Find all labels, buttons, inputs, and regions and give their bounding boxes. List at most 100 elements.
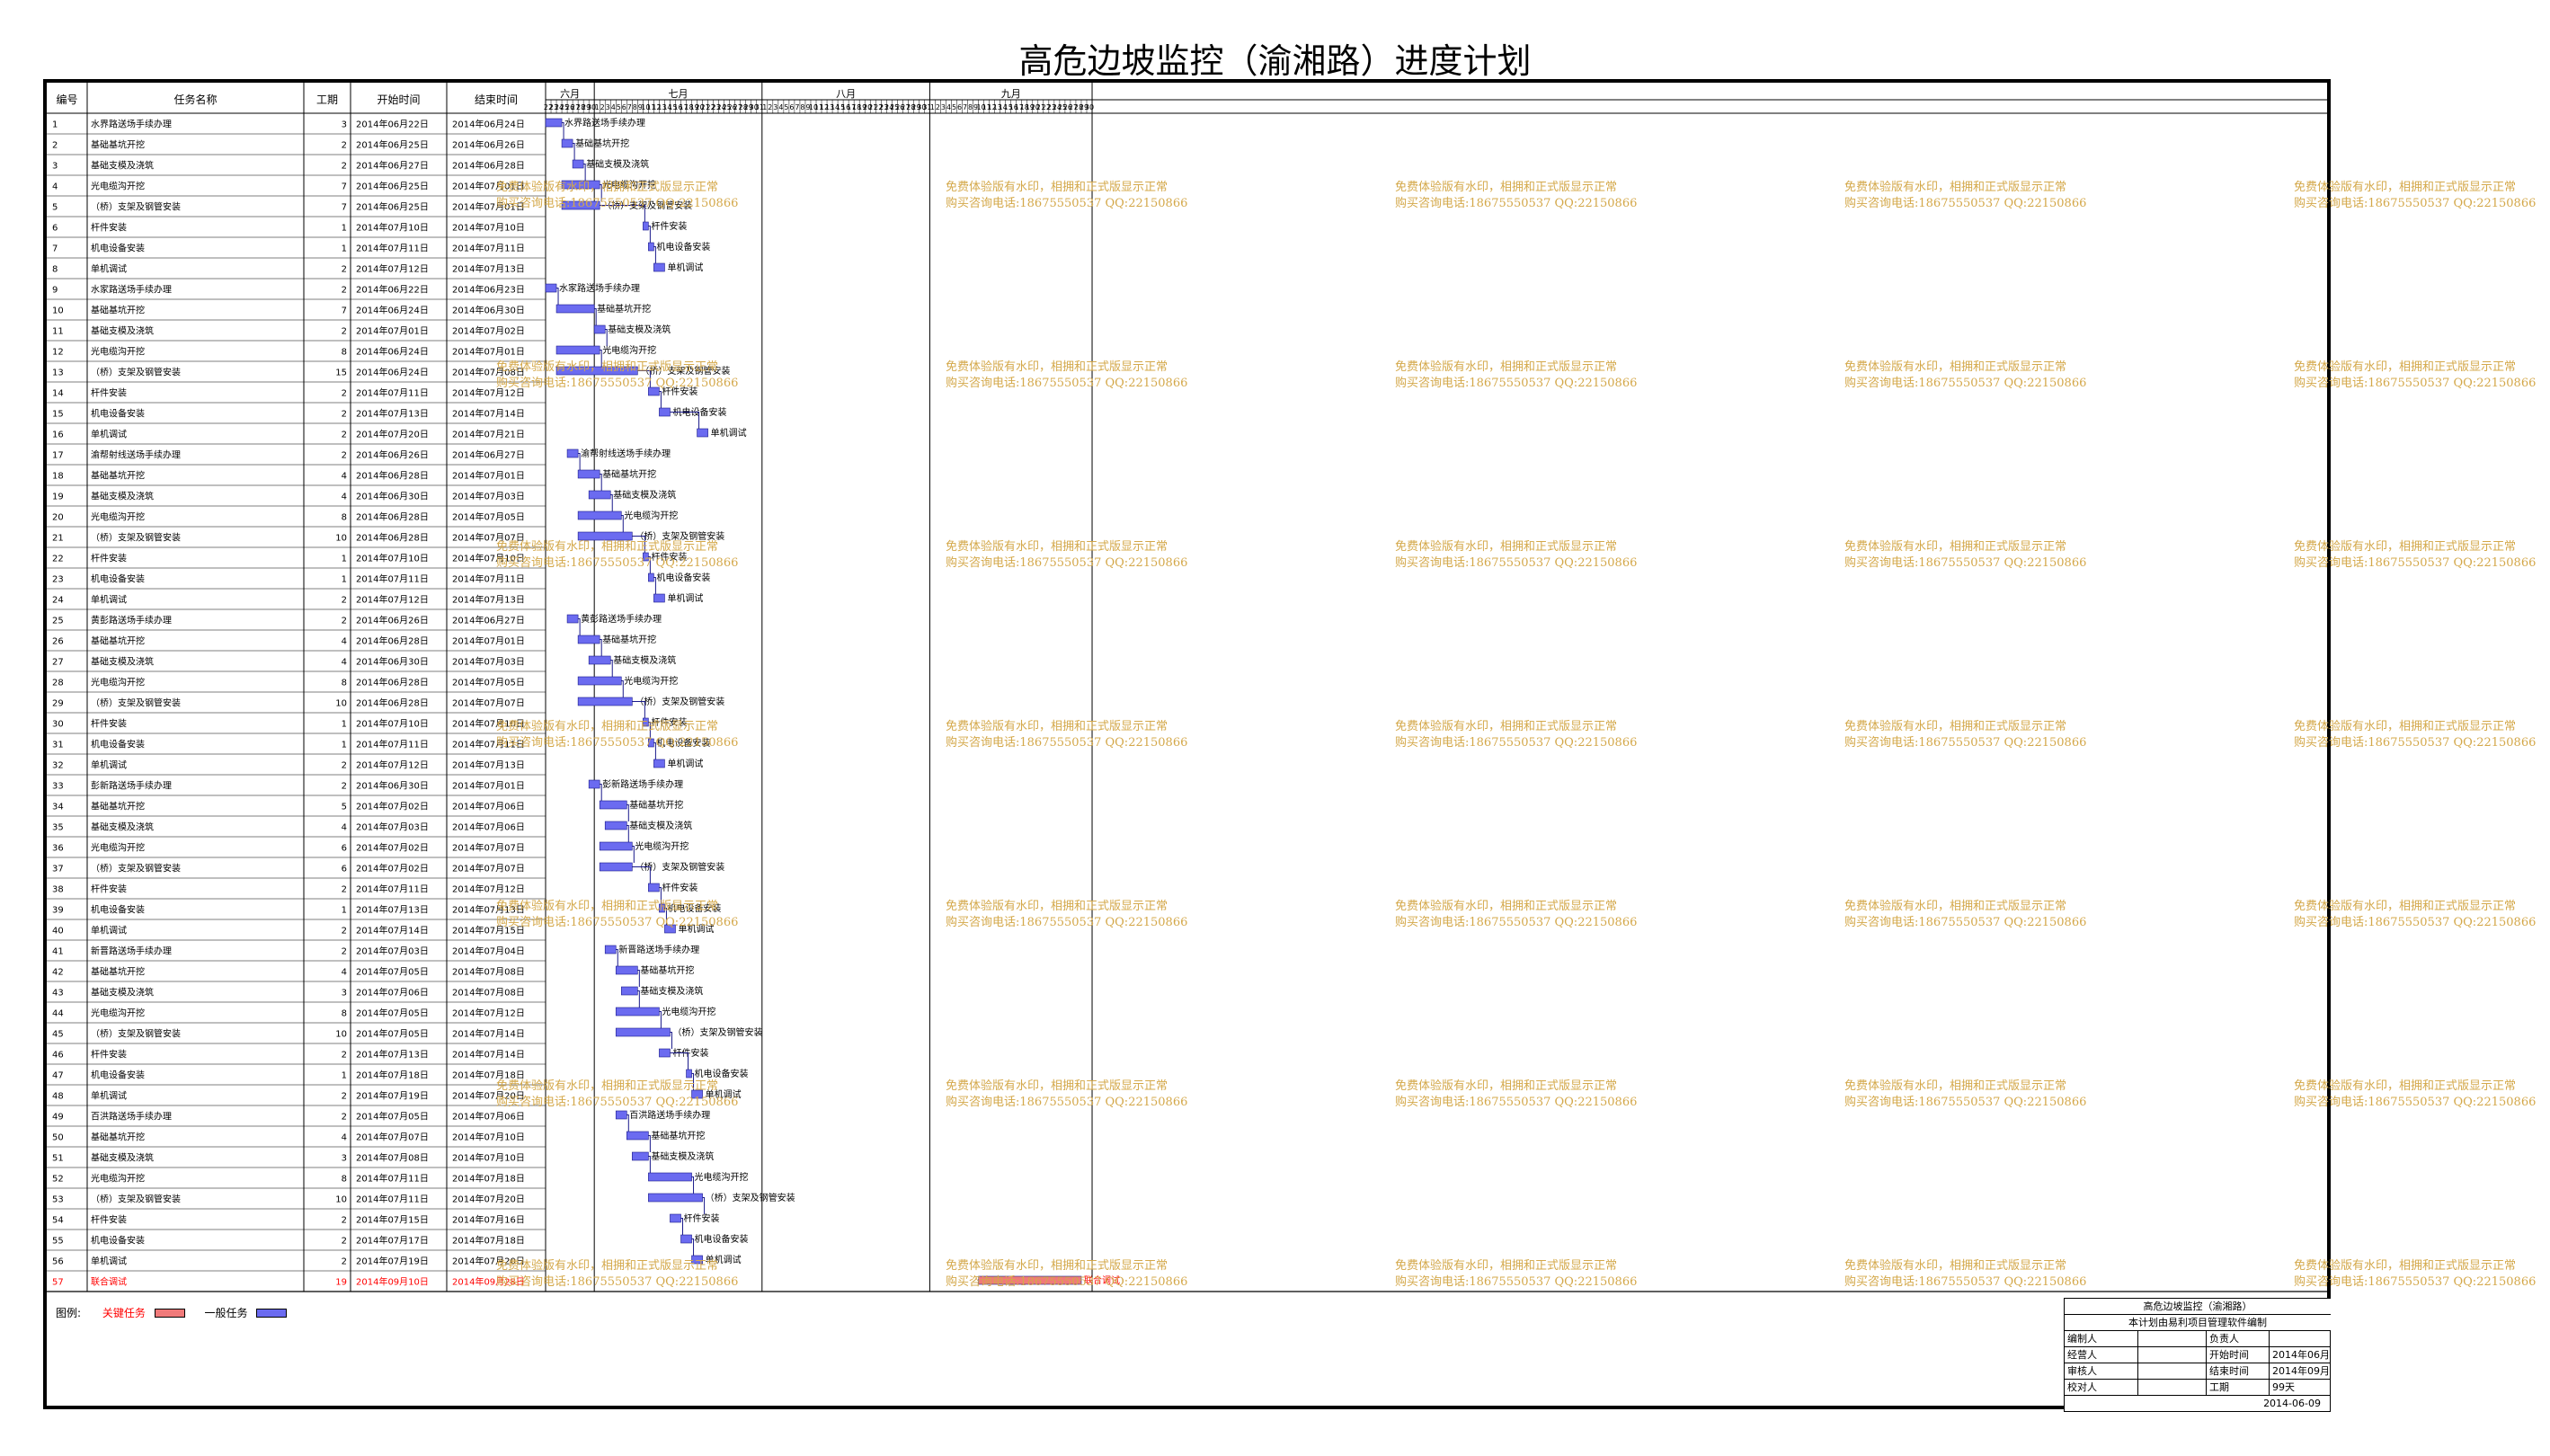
legend-normal-label: 一般任务 xyxy=(204,1306,248,1319)
day-label: 4 xyxy=(946,103,951,111)
task-id: 29 xyxy=(52,699,64,709)
task-name: 单机调试 xyxy=(91,925,127,937)
task-start: 2014年07月05日 xyxy=(356,966,429,978)
task-id: 23 xyxy=(52,575,64,585)
task-end: 2014年07月18日 xyxy=(452,1235,525,1247)
task-name: 光电缆沟开挖 xyxy=(91,346,145,358)
task-bar xyxy=(670,1213,681,1223)
day-label: 7 xyxy=(795,103,799,111)
task-duration: 2 xyxy=(342,782,347,792)
task-start: 2014年06月22日 xyxy=(356,284,429,296)
info-row: 经营人 开始时间 2014年06月22日 xyxy=(2065,1347,2331,1363)
critical-task-bar xyxy=(978,1275,1082,1285)
task-end: 2014年07月08日 xyxy=(452,987,525,999)
task-bar xyxy=(588,655,611,665)
task-bar xyxy=(545,118,563,128)
task-id: 17 xyxy=(52,451,64,461)
task-end: 2014年07月01日 xyxy=(452,181,525,192)
task-duration: 2 xyxy=(342,761,347,771)
dependency-link xyxy=(600,350,602,367)
task-bar xyxy=(577,676,622,686)
dependency-link xyxy=(583,164,586,181)
task-start: 2014年06月26日 xyxy=(356,449,429,461)
task-bar-label: 基础支模及浇筑 xyxy=(613,654,676,666)
task-name: 杆件安装 xyxy=(91,222,127,234)
task-end: 2014年07月06日 xyxy=(452,1111,525,1123)
dependency-link xyxy=(600,784,602,801)
task-name: （桥）支架及钢管安装 xyxy=(91,201,181,213)
day-label: 3 xyxy=(606,103,610,111)
task-bar-label: 基础支模及浇筑 xyxy=(613,489,676,501)
day-label: 1 xyxy=(762,103,767,111)
day-label: 30 xyxy=(1085,103,1094,111)
task-id: 34 xyxy=(52,803,64,812)
task-end: 2014年07月05日 xyxy=(452,677,525,688)
task-name: 机电设备安装 xyxy=(91,1070,145,1081)
task-bar-label: 光电缆沟开挖 xyxy=(624,675,678,687)
info-row: 审核人 结束时间 2014年09月28日 xyxy=(2065,1363,2331,1380)
day-label: 7 xyxy=(963,103,967,111)
task-duration: 10 xyxy=(335,1195,347,1205)
task-duration: 10 xyxy=(335,534,347,544)
task-end: 2014年07月12日 xyxy=(452,1008,525,1019)
dependency-link xyxy=(670,1032,672,1049)
task-bar xyxy=(604,821,627,830)
info-blank xyxy=(2138,1347,2207,1363)
task-start: 2014年07月11日 xyxy=(356,883,429,895)
task-name: 杆件安装 xyxy=(91,1049,127,1061)
task-bar-label: 单机调试 xyxy=(711,427,747,439)
month-label: 六月 xyxy=(560,88,580,100)
dependency-link xyxy=(600,639,602,656)
task-duration: 7 xyxy=(342,182,347,192)
task-name: 光电缆沟开挖 xyxy=(91,1008,145,1019)
task-duration: 6 xyxy=(342,865,347,874)
task-start: 2014年07月02日 xyxy=(356,863,429,874)
task-duration: 2 xyxy=(342,1092,347,1102)
task-bar xyxy=(577,469,600,479)
task-id: 28 xyxy=(52,679,64,688)
task-name: 渝帮射线送场手续办理 xyxy=(91,449,181,461)
task-bar xyxy=(643,221,649,231)
task-start: 2014年06月28日 xyxy=(356,470,429,482)
info-end-label: 结束时间 xyxy=(2207,1363,2270,1379)
task-id: 55 xyxy=(52,1237,64,1247)
task-bar-label: 基础基坑开挖 xyxy=(575,138,629,149)
task-name: （桥）支架及钢管安装 xyxy=(91,367,181,378)
task-end: 2014年07月03日 xyxy=(452,491,525,502)
task-start: 2014年07月02日 xyxy=(356,801,429,812)
task-bar-label: （桥）支架及钢管安装 xyxy=(672,1026,762,1038)
task-duration: 1 xyxy=(342,244,347,254)
task-start: 2014年06月30日 xyxy=(356,656,429,668)
task-name: 杆件安装 xyxy=(91,883,127,895)
task-name: 光电缆沟开挖 xyxy=(91,842,145,854)
task-name: 水界路送场手续办理 xyxy=(91,119,172,130)
task-bar-label: 单机调试 xyxy=(667,262,703,273)
task-end: 2014年07月13日 xyxy=(452,263,525,275)
task-name: 基础支模及浇筑 xyxy=(91,325,154,337)
task-id: 3 xyxy=(52,162,58,172)
task-name: 水家路送场手续办理 xyxy=(91,284,172,296)
task-duration: 8 xyxy=(342,348,347,358)
task-duration: 2 xyxy=(342,1216,347,1226)
task-end: 2014年07月04日 xyxy=(452,946,525,957)
task-bar-label: 基础基坑开挖 xyxy=(629,799,683,811)
project-info-box: 高危边坡监控（渝湘路） 本计划由易利项目管理软件编制 编制人 负责人 经营人 开… xyxy=(2064,1298,2331,1412)
task-name: （桥）支架及钢管安装 xyxy=(91,532,181,544)
task-bar xyxy=(691,1255,703,1265)
task-bar-label: 光电缆沟开挖 xyxy=(635,840,689,852)
task-duration: 1 xyxy=(342,555,347,564)
task-name: 机电设备安装 xyxy=(91,243,145,254)
task-id: 27 xyxy=(52,658,64,668)
task-bar xyxy=(653,593,665,603)
task-bar-label: 光电缆沟开挖 xyxy=(602,179,656,191)
day-label: 4 xyxy=(611,103,616,111)
task-bar xyxy=(588,490,611,500)
dependency-link xyxy=(616,949,618,966)
task-start: 2014年09月10日 xyxy=(356,1276,429,1288)
task-name: 机电设备安装 xyxy=(91,904,145,916)
task-duration: 1 xyxy=(342,741,347,750)
task-bar xyxy=(691,1089,703,1099)
task-duration: 1 xyxy=(342,906,347,916)
task-bar-label: 基础支模及浇筑 xyxy=(651,1150,714,1162)
task-bar xyxy=(648,1193,703,1203)
